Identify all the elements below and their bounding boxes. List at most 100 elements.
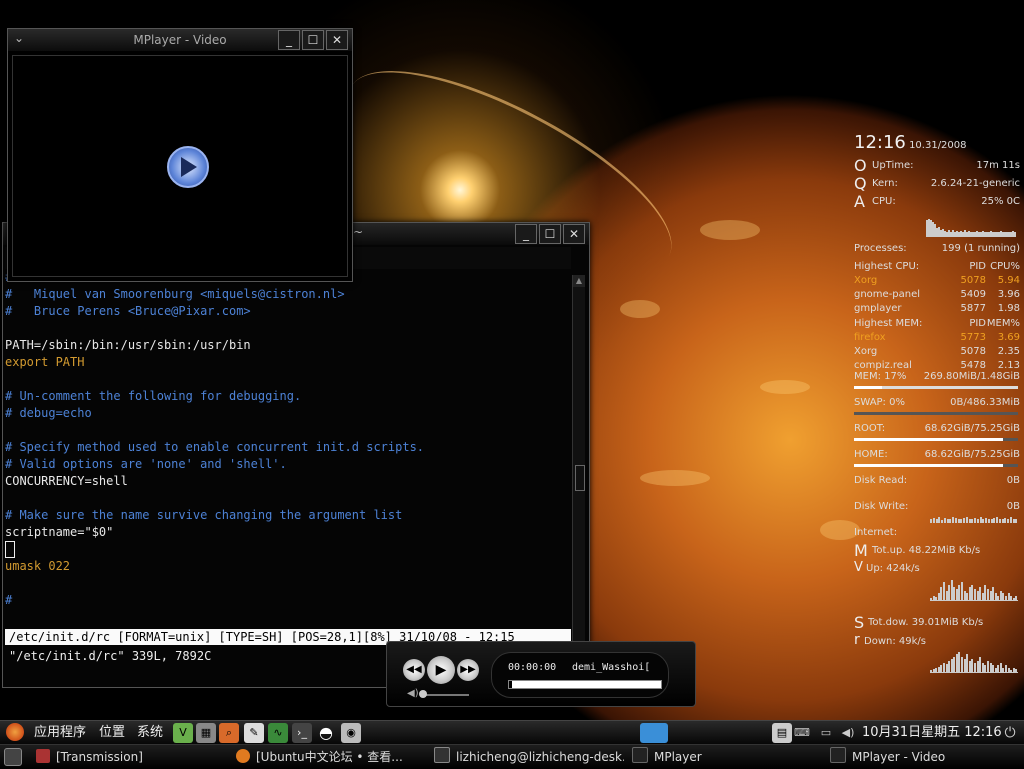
applications-menu[interactable]: 应用程序: [34, 724, 86, 742]
disk-read-label: Disk Read:: [854, 475, 908, 486]
mplayer-icon: [632, 747, 648, 763]
gnome-top-panel: 应用程序 位置 系统 V ▦ ⌕ ✎ ∿ ›_ ◓ ◉ ▤ ⌨ ▭ ◀) 10月…: [0, 720, 1024, 745]
close-button[interactable]: ✕: [326, 30, 348, 50]
rewind-button[interactable]: ◀◀: [403, 659, 425, 681]
playback-time: 00:00:00: [508, 662, 557, 673]
root-value: 68.62GiB/75.25GiB: [924, 423, 1020, 434]
mplayer-video-window[interactable]: ⌄ MPlayer - Video _ ☐ ✕: [7, 28, 353, 282]
mem-percent-header: MEM%: [986, 318, 1020, 329]
process-row: gnome-panel 5409 3.96: [854, 289, 1020, 300]
power-icon[interactable]: ⏻: [1000, 723, 1020, 743]
terminal-icon[interactable]: ›_: [292, 723, 312, 743]
vim-icon[interactable]: V: [173, 723, 193, 743]
home-label: HOME:: [854, 449, 888, 460]
processes-value: 199 (1 running): [941, 243, 1020, 254]
terminal-text[interactable]: # Authors:# Miquel van Smoorenburg <miqu…: [5, 269, 571, 665]
camera-icon[interactable]: ◉: [341, 723, 361, 743]
scrollbar-thumb[interactable]: [575, 465, 585, 491]
window-menu-icon[interactable]: ~: [353, 225, 363, 239]
download-icon: S: [854, 613, 865, 632]
download-rate: Down: 49k/s: [864, 636, 926, 647]
graph-bar: [933, 517, 935, 523]
process-name: Xorg: [854, 346, 878, 357]
minimize-button[interactable]: _: [278, 30, 300, 50]
transmission-icon: [36, 749, 50, 763]
graph-bar: [958, 652, 960, 672]
taskbar-item-mplayer[interactable]: MPlayer: [632, 747, 822, 767]
graph-bar: [971, 519, 973, 523]
internet-label: Internet:: [854, 527, 898, 538]
volume-slider[interactable]: [421, 694, 469, 696]
ubuntu-logo-icon[interactable]: [6, 723, 24, 741]
playing-filename: demi_Wasshoi[: [572, 662, 651, 673]
uptime-label: UpTime:: [872, 160, 914, 171]
disk-write-graph: [930, 514, 1018, 523]
graph-bar: [961, 656, 963, 672]
gmplayer-control-panel[interactable]: ◀◀ ▶ ▶▶ 00:00:00 demi_Wasshoi[ ◀): [386, 641, 696, 707]
screenshot-icon[interactable]: ▦: [196, 723, 216, 743]
keyboard-icon[interactable]: ⌨: [792, 723, 812, 743]
minimize-button[interactable]: _: [515, 224, 537, 244]
total-upload: Tot.up. 48.22MiB Kb/s: [872, 545, 981, 556]
terminal-line: # Un-comment the following for debugging…: [5, 389, 302, 403]
home-bar: [854, 464, 1018, 467]
terminal-line: # Bruce Perens <Bruce@Pixar.com>: [5, 304, 251, 318]
download-graph: [930, 650, 1018, 673]
process-name: gnome-panel: [854, 289, 921, 300]
printer-icon[interactable]: ▤: [772, 723, 792, 743]
close-button[interactable]: ✕: [563, 224, 585, 244]
terminal-line: # debug=echo: [5, 406, 92, 420]
taskbar-item-mplayer-video[interactable]: MPlayer - Video: [830, 747, 1020, 767]
root-bar: [854, 438, 1018, 441]
seek-bar[interactable]: [508, 680, 662, 689]
graph-bar: [953, 656, 955, 672]
firefox-icon: [236, 749, 250, 763]
taskbar-item-terminal[interactable]: lizhicheng@lizhicheng-desk...: [434, 747, 624, 767]
network-icon[interactable]: ▭: [816, 723, 836, 743]
conky-date: 10.31/2008: [909, 140, 967, 151]
swap-value: 0B/486.33MiB: [950, 397, 1020, 408]
graph-bar: [999, 518, 1001, 523]
cpu-label: CPU:: [872, 196, 896, 207]
process-percent: 2.35: [997, 346, 1020, 357]
qq-penguin-icon[interactable]: ◓: [316, 723, 336, 743]
graph-bar: [997, 595, 999, 600]
play-button[interactable]: ▶: [427, 656, 455, 684]
scroll-up-icon[interactable]: ▲: [573, 275, 585, 287]
highest-cpu-label: Highest CPU:: [854, 261, 920, 272]
show-desktop-icon[interactable]: [640, 723, 668, 743]
terminal-line: scriptname="$0": [5, 525, 114, 539]
graph-bar: [979, 656, 981, 672]
graph-bar: [930, 519, 932, 523]
search-icon[interactable]: ⌕: [219, 723, 239, 743]
maximize-button[interactable]: ☐: [302, 30, 324, 50]
show-desktop-button[interactable]: [4, 748, 22, 766]
forward-button[interactable]: ▶▶: [457, 659, 479, 681]
script-icon[interactable]: ✎: [244, 723, 264, 743]
mem-value: 269.80MiB/1.48GiB: [923, 371, 1020, 382]
mplayer-video-titlebar[interactable]: ⌄ MPlayer - Video _ ☐ ✕: [8, 29, 352, 51]
panel-clock[interactable]: 10月31日星期五 12:16: [862, 724, 1002, 742]
process-pid: 5078: [960, 346, 986, 357]
system-monitor-icon[interactable]: ∿: [268, 723, 288, 743]
places-menu[interactable]: 位置: [99, 724, 125, 742]
graph-bar: [935, 596, 937, 600]
taskbar-item-transmission[interactable]: [Transmission]: [36, 747, 226, 767]
volume-knob[interactable]: [419, 690, 427, 698]
kernel-value: 2.6.24-21-generic: [930, 178, 1020, 189]
video-area[interactable]: [12, 55, 348, 277]
terminal-scrollbar[interactable]: ▲: [572, 275, 585, 663]
maximize-button[interactable]: ☐: [539, 224, 561, 244]
system-menu[interactable]: 系统: [137, 724, 163, 742]
disk-write-label: Disk Write:: [854, 501, 909, 512]
terminal-window[interactable]: ~ _ ☐ ✕ # Authors:# Miquel van Smoorenbu…: [2, 222, 590, 688]
terminal-line: # Valid options are 'none' and 'shell'.: [5, 457, 287, 471]
taskbar-item-firefox[interactable]: [Ubuntu中文论坛 • 查看...: [236, 747, 426, 767]
process-pid: 5409: [960, 289, 986, 300]
kernel-label: Kern:: [872, 178, 898, 189]
terminal-line: export PATH: [5, 355, 85, 369]
volume-icon[interactable]: ◀): [838, 723, 858, 743]
